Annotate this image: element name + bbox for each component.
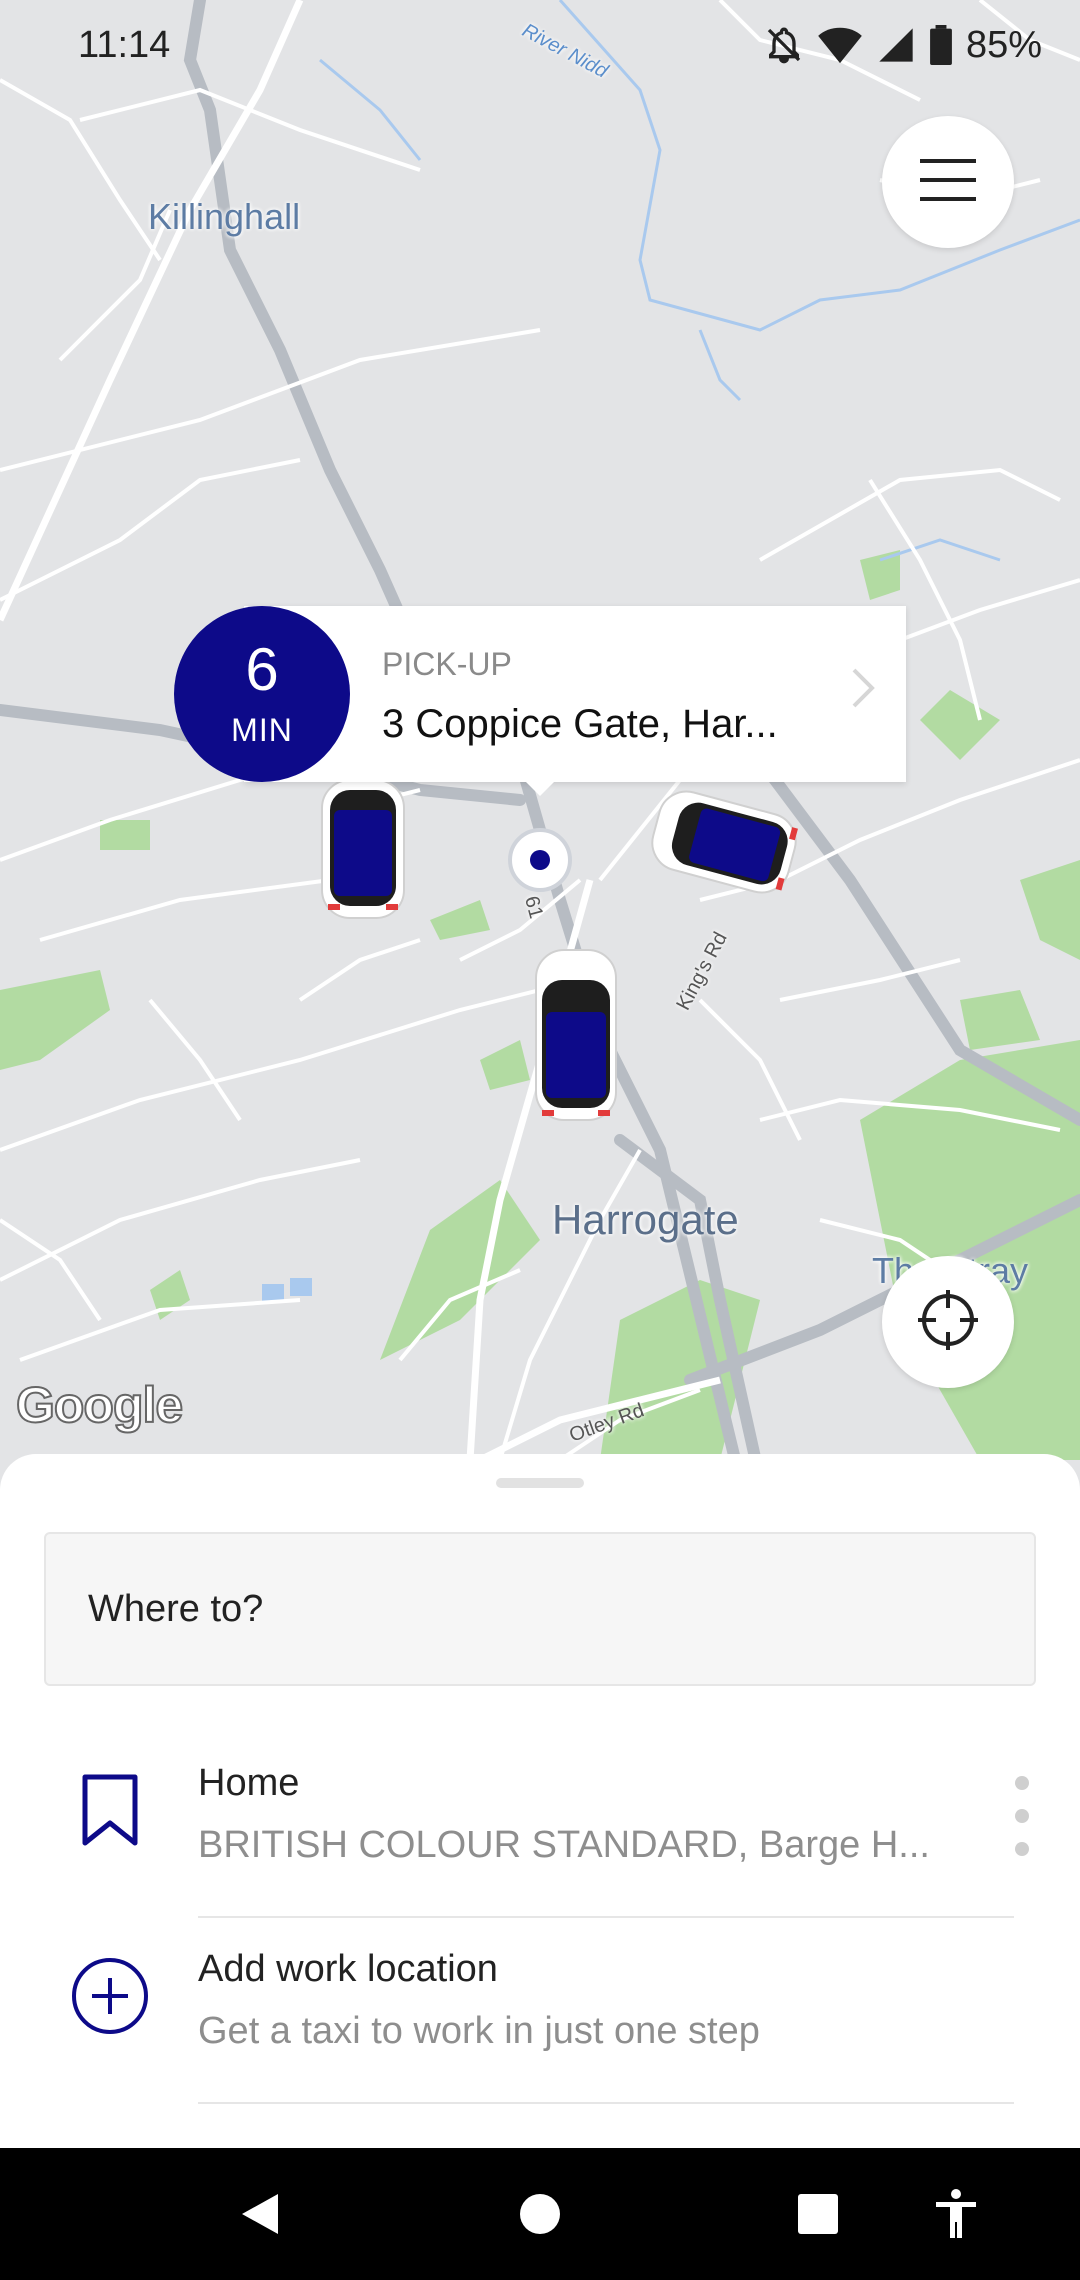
- bookmark-icon: [70, 1770, 150, 1850]
- sheet-drag-handle[interactable]: [496, 1478, 584, 1488]
- eta-value: 6: [245, 635, 279, 703]
- back-icon[interactable]: [232, 2186, 288, 2242]
- recents-icon[interactable]: [790, 2186, 846, 2242]
- add-circle-icon: [70, 1956, 150, 2036]
- crosshair-icon: [916, 1288, 980, 1357]
- mute-icon: [764, 25, 804, 65]
- eta-unit: MIN: [231, 711, 293, 748]
- saved-place-subtitle: BRITISH COLOUR STANDARD, Barge H...: [198, 1824, 930, 1866]
- bottom-sheet: Where to? Home BRITISH COLOUR STANDARD, …: [0, 1454, 1080, 2148]
- pickup-label: PICK-UP: [382, 646, 512, 682]
- home-icon[interactable]: [512, 2186, 568, 2242]
- hamburger-menu-icon: [920, 158, 976, 206]
- taxi-car-2: [651, 790, 798, 894]
- eta-badge: 6 MIN: [174, 606, 350, 782]
- accessibility-icon[interactable]: [928, 2186, 984, 2242]
- taxi-car-3: [535, 949, 617, 1121]
- menu-button[interactable]: [882, 116, 1014, 248]
- status-bar: 11:14 85%: [0, 0, 1080, 90]
- more-options-icon[interactable]: [1006, 1776, 1038, 1856]
- taxi-car-1: [321, 779, 405, 919]
- google-attribution: Google: [15, 1376, 184, 1434]
- saved-place-subtitle: Get a taxi to work in just one step: [198, 2010, 760, 2052]
- pickup-bubble[interactable]: 6 MIN PICK-UP 3 Coppice Gate, Har...: [174, 606, 906, 796]
- saved-place-home[interactable]: Home BRITISH COLOUR STANDARD, Barge H...: [0, 1732, 1080, 1918]
- chevron-right-icon: [850, 666, 876, 722]
- saved-place-title: Add work location: [198, 1948, 498, 1990]
- pickup-pointer: [522, 778, 558, 796]
- map-label-harrogate: Harrogate: [552, 1196, 739, 1243]
- map-label-killinghall: Killinghall: [148, 196, 301, 237]
- wifi-icon: [818, 25, 862, 65]
- system-nav-bar: [0, 2148, 1080, 2280]
- signal-icon: [876, 25, 916, 65]
- my-location-button[interactable]: [882, 1256, 1014, 1388]
- battery-icon: [930, 25, 952, 65]
- destination-search-input[interactable]: Where to?: [44, 1532, 1036, 1686]
- battery-percent: 85%: [965, 23, 1042, 66]
- divider: [198, 2102, 1014, 2104]
- status-time: 11:14: [78, 23, 171, 66]
- add-work-location[interactable]: Add work location Get a taxi to work in …: [0, 1918, 1080, 2104]
- saved-place-title: Home: [198, 1762, 300, 1804]
- pickup-address: 3 Coppice Gate, Har...: [382, 702, 778, 746]
